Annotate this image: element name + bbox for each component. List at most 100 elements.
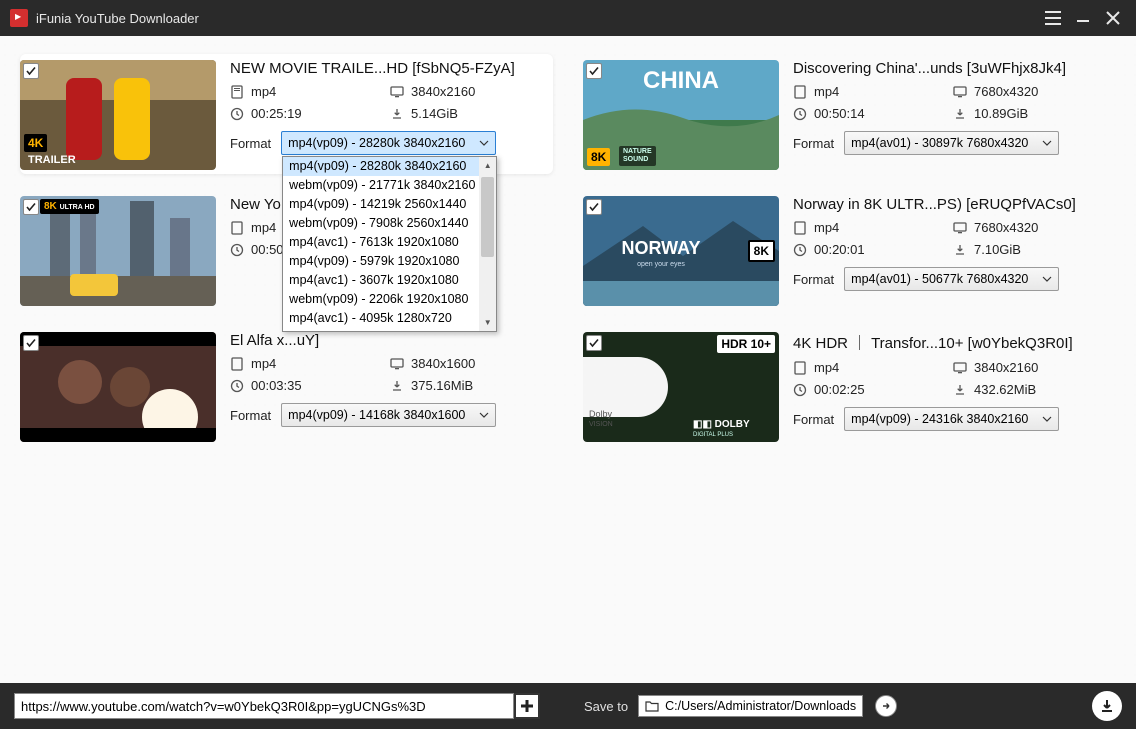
thumbnail[interactable]: ◧◧ DOLBY DIGITAL PLUS Dolby VISION HDR 1… — [583, 332, 779, 442]
svg-text:CHINA: CHINA — [643, 67, 719, 94]
close-icon — [1106, 11, 1120, 25]
thumbnail[interactable]: NORWAY open your eyes 8K — [583, 196, 779, 306]
dropdown-option[interactable]: mp4(avc1) - 4095k 1280x720 — [283, 309, 496, 328]
download-icon — [1099, 698, 1115, 714]
container-label: mp4 — [251, 356, 276, 371]
close-button[interactable] — [1098, 0, 1128, 36]
video-title: 4K HDR ｜ Transfor...10+ [w0YbekQ3R0I] — [793, 332, 1116, 353]
check-icon — [589, 338, 599, 348]
container-label: mp4 — [251, 220, 276, 235]
video-card: NORWAY open your eyes 8K Norway in 8K UL… — [583, 190, 1116, 310]
duration-label: 00:03:35 — [251, 378, 302, 393]
format-select[interactable]: mp4(av01) - 30897k 7680x4320 — [844, 131, 1059, 155]
scrollbar-thumb[interactable] — [481, 177, 494, 257]
resolution-label: 7680x4320 — [974, 220, 1038, 235]
clock-icon — [793, 107, 807, 121]
dropdown-option[interactable]: mp4(vp09) - 14219k 2560x1440 — [283, 195, 496, 214]
format-label: Format — [793, 272, 834, 287]
clock-icon — [230, 107, 244, 121]
file-icon — [230, 85, 244, 99]
format-select-value: mp4(av01) - 50677k 7680x4320 — [851, 272, 1028, 286]
clock-icon — [793, 383, 807, 397]
video-title: NEW MOVIE TRAILE...HD [fSbNQ5-FZyA] — [230, 60, 553, 77]
chevron-down-icon — [477, 408, 491, 422]
duration-label: 00:02:25 — [814, 382, 865, 397]
plus-icon — [519, 698, 535, 714]
clock-icon — [230, 379, 244, 393]
size-label: 432.62MiB — [974, 382, 1036, 397]
dropdown-option[interactable]: mp4(avc1) - 3607k 1920x1080 — [283, 271, 496, 290]
dropdown-option[interactable]: webm(vp09) - 2206k 1920x1080 — [283, 290, 496, 309]
monitor-icon — [953, 85, 967, 99]
monitor-icon — [390, 357, 404, 371]
format-select-value: mp4(av01) - 30897k 7680x4320 — [851, 136, 1028, 150]
resolution-label: 7680x4320 — [974, 84, 1038, 99]
save-path-box[interactable]: C:/Users/Administrator/Downloads — [638, 695, 863, 717]
chevron-down-icon — [477, 136, 491, 150]
format-select[interactable]: mp4(vp09) - 28280k 3840x2160 mp4(vp09) -… — [281, 131, 496, 155]
svg-text:open your eyes: open your eyes — [637, 261, 685, 268]
video-card: ◧◧ DOLBY DIGITAL PLUS Dolby VISION HDR 1… — [583, 326, 1116, 446]
minimize-button[interactable] — [1068, 0, 1098, 36]
file-icon — [793, 361, 807, 375]
save-path: C:/Users/Administrator/Downloads — [665, 699, 856, 713]
size-label: 10.89GiB — [974, 106, 1028, 121]
thumbnail[interactable]: 8K ULTRA HD — [20, 196, 216, 306]
format-select-value: mp4(vp09) - 28280k 3840x2160 — [288, 136, 465, 150]
video-title: Discovering China'...unds [3uWFhjx8Jk4] — [793, 60, 1116, 77]
url-input[interactable] — [14, 693, 514, 719]
select-checkbox[interactable] — [23, 335, 39, 351]
select-checkbox[interactable] — [23, 63, 39, 79]
monitor-icon — [390, 85, 404, 99]
menu-button[interactable] — [1038, 0, 1068, 36]
titlebar: iFunia YouTube Downloader — [0, 0, 1136, 36]
format-dropdown[interactable]: mp4(vp09) - 28280k 3840x2160 webm(vp09) … — [282, 156, 497, 332]
dropdown-option[interactable]: mp4(avc1) - 7613k 1920x1080 — [283, 233, 496, 252]
thumbnail-image: CHINA — [583, 60, 779, 170]
dropdown-option[interactable]: webm(vp09) - 7908k 2560x1440 — [283, 214, 496, 233]
file-icon — [793, 85, 807, 99]
scrollbar-up[interactable]: ▲ — [479, 157, 496, 174]
monitor-icon — [953, 221, 967, 235]
select-checkbox[interactable] — [586, 335, 602, 351]
dropdown-option[interactable]: webm(vp09) - 21771k 3840x2160 — [283, 176, 496, 195]
bottombar: Save to C:/Users/Administrator/Downloads — [0, 683, 1136, 729]
size-label: 7.10GiB — [974, 242, 1021, 257]
format-label: Format — [793, 136, 834, 151]
container-label: mp4 — [814, 360, 839, 375]
save-to-label: Save to — [584, 699, 628, 714]
format-select[interactable]: mp4(vp09) - 14168k 3840x1600 — [281, 403, 496, 427]
select-checkbox[interactable] — [586, 199, 602, 215]
dropdown-option[interactable]: mp4(vp09) - 28280k 3840x2160 — [283, 157, 496, 176]
download-all-button[interactable] — [1092, 691, 1122, 721]
chevron-down-icon — [1040, 272, 1054, 286]
dropdown-option[interactable]: mp4(vp09) - 5979k 1920x1080 — [283, 252, 496, 271]
app-title: iFunia YouTube Downloader — [36, 11, 199, 26]
svg-text:DIGITAL PLUS: DIGITAL PLUS — [693, 432, 733, 438]
add-url-button[interactable] — [514, 693, 540, 719]
check-icon — [26, 66, 36, 76]
badge-8k: 8K — [587, 148, 610, 166]
select-checkbox[interactable] — [586, 63, 602, 79]
scrollbar-down[interactable]: ▼ — [479, 314, 496, 331]
thumbnail[interactable]: 4K TRAILER — [20, 60, 216, 170]
format-select[interactable]: mp4(av01) - 50677k 7680x4320 — [844, 267, 1059, 291]
download-size-icon — [953, 243, 967, 257]
badge-trailer: TRAILER — [24, 152, 80, 168]
badge-4k: 4K — [24, 134, 47, 152]
open-folder-button[interactable] — [875, 695, 897, 717]
video-card: CHINA 8K NATURESOUND Discovering China'.… — [583, 54, 1116, 174]
video-title: Norway in 8K ULTR...PS) [eRUQPfVACs0] — [793, 196, 1116, 213]
thumbnail[interactable] — [20, 332, 216, 442]
thumbnail[interactable]: CHINA 8K NATURESOUND — [583, 60, 779, 170]
select-checkbox[interactable] — [23, 199, 39, 215]
video-title: El Alfa x...uY] — [230, 332, 553, 349]
duration-label: 00:20:01 — [814, 242, 865, 257]
format-select-value: mp4(vp09) - 14168k 3840x1600 — [288, 408, 465, 422]
duration-label: 00:50:14 — [814, 106, 865, 121]
dropdown-option[interactable]: mp4(vp09) - 3446k 1280x720 — [283, 328, 496, 332]
format-select[interactable]: mp4(vp09) - 24316k 3840x2160 — [844, 407, 1059, 431]
download-size-icon — [390, 107, 404, 121]
hamburger-icon — [1045, 11, 1061, 25]
file-icon — [230, 357, 244, 371]
